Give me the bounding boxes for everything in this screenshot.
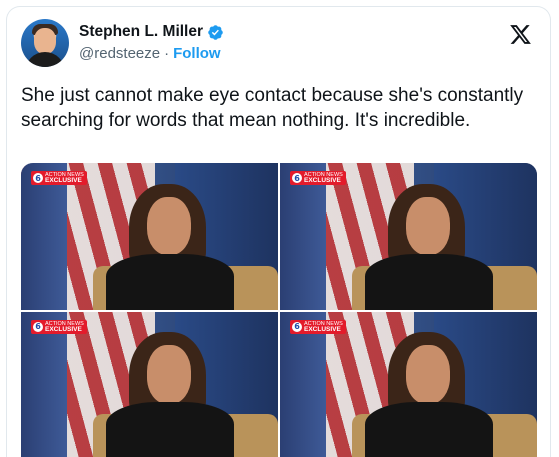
person-face bbox=[146, 345, 191, 404]
verified-badge-icon bbox=[208, 24, 223, 40]
badge-line2: EXCLUSIVE bbox=[304, 325, 341, 333]
person-face bbox=[146, 196, 191, 256]
avatar-face bbox=[34, 28, 56, 54]
author-handle[interactable]: @redsteeze bbox=[79, 45, 160, 62]
media-image[interactable]: 6 ACTION NEWS EXCLUSIVE bbox=[280, 163, 537, 310]
person-face bbox=[405, 196, 450, 256]
badge-line2: EXCLUSIVE bbox=[304, 177, 341, 184]
person-body bbox=[105, 402, 235, 457]
news-badge: 6 ACTION NEWS EXCLUSIVE bbox=[290, 171, 346, 185]
tweet-text: She just cannot make eye contact because… bbox=[21, 85, 524, 131]
channel-logo-icon: 6 bbox=[292, 173, 302, 183]
media-image[interactable]: 6 ACTION NEWS EXCLUSIVE bbox=[21, 163, 278, 310]
author-handle-row: @redsteeze · Follow bbox=[79, 45, 221, 62]
follow-button[interactable]: Follow bbox=[173, 45, 221, 62]
news-badge: 6 ACTION NEWS EXCLUSIVE bbox=[31, 171, 87, 185]
badge-line2: EXCLUSIVE bbox=[45, 177, 82, 184]
person-body bbox=[105, 253, 235, 310]
badge-line2: EXCLUSIVE bbox=[45, 325, 82, 333]
tweet-card: Stephen L. Miller @redsteeze · Follow Sh… bbox=[6, 6, 551, 457]
media-grid: 6 ACTION NEWS EXCLUSIVE 6 ACTION NEWS EX… bbox=[21, 163, 537, 457]
channel-logo-icon: 6 bbox=[33, 321, 43, 332]
person-body bbox=[364, 253, 494, 310]
person-body bbox=[364, 402, 494, 457]
news-badge: 6 ACTION NEWS EXCLUSIVE bbox=[31, 319, 87, 334]
media-image[interactable]: 6 ACTION NEWS EXCLUSIVE bbox=[21, 311, 278, 457]
news-badge: 6 ACTION NEWS EXCLUSIVE bbox=[290, 319, 346, 334]
author-name[interactable]: Stephen L. Miller bbox=[79, 23, 203, 41]
channel-logo-icon: 6 bbox=[292, 321, 302, 332]
x-logo-icon[interactable] bbox=[509, 23, 532, 46]
channel-logo-icon: 6 bbox=[33, 173, 43, 183]
avatar-shoulders bbox=[25, 52, 65, 67]
handle-separator: · bbox=[164, 45, 170, 62]
author-name-row: Stephen L. Miller bbox=[79, 23, 224, 41]
media-image[interactable]: 6 ACTION NEWS EXCLUSIVE bbox=[280, 311, 537, 457]
person-face bbox=[405, 345, 450, 404]
author-avatar[interactable] bbox=[21, 19, 69, 67]
